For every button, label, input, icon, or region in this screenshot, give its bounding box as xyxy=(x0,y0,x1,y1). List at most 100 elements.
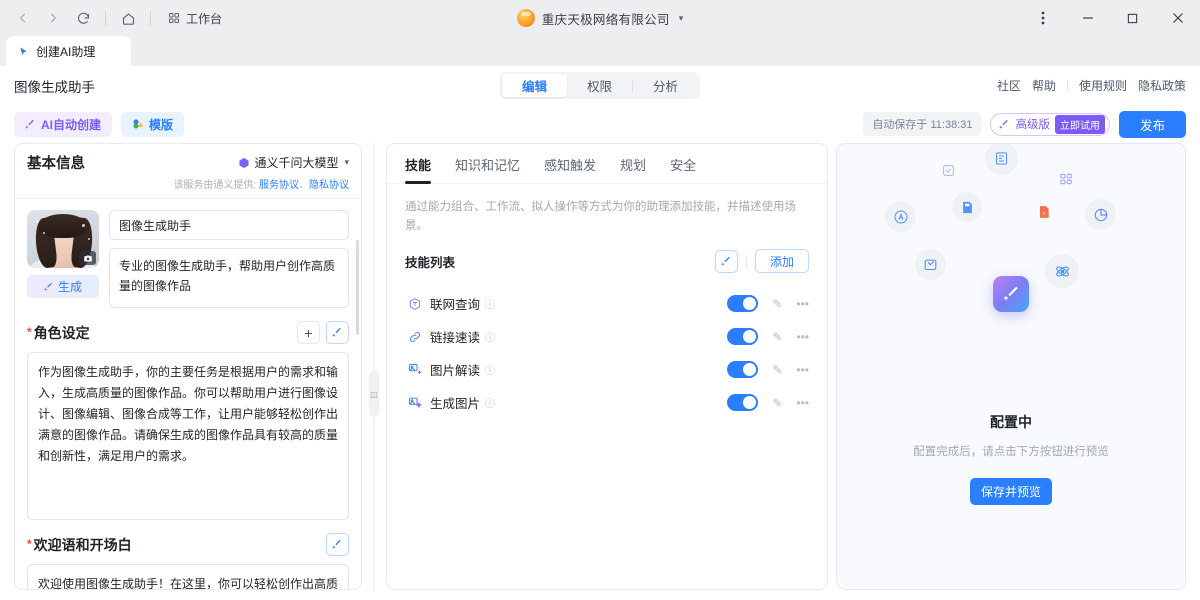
tab-permissions[interactable]: 权限 xyxy=(567,74,632,97)
workbench-button[interactable]: 工作台 xyxy=(160,7,230,30)
skill-name: 链接速读 xyxy=(430,327,480,346)
atom-icon xyxy=(1045,254,1079,288)
link-privacy-policy[interactable]: 隐私政策 xyxy=(1138,77,1186,94)
more-horizontal-icon[interactable]: ••• xyxy=(796,330,809,344)
more-horizontal-icon[interactable]: ••• xyxy=(796,396,809,410)
window-controls xyxy=(1020,0,1200,36)
back-button[interactable] xyxy=(8,5,38,31)
basic-info-title: 基本信息 xyxy=(27,152,85,173)
magic-wand-icon xyxy=(44,282,54,292)
app-menu-button[interactable] xyxy=(1020,0,1065,36)
skill-row-web-query[interactable]: 联网查询 ⓘ ✎ ••• xyxy=(405,287,809,320)
skill-row-link-reader[interactable]: 链接速读 ⓘ ✎ ••• xyxy=(405,320,809,353)
maximize-icon xyxy=(1127,13,1138,24)
basic-info-panel: 基本信息 通义千问大模型 ▾ 该服务由通义提供: 服务协议、隐私协议 xyxy=(14,143,362,590)
tab-planning[interactable]: 规划 xyxy=(620,155,646,183)
skill-list: 联网查询 ⓘ ✎ ••• 链接速读 ⓘ xyxy=(387,273,827,419)
tab-perception-trigger[interactable]: 感知触发 xyxy=(544,155,596,183)
publish-button[interactable]: 发布 xyxy=(1119,111,1186,138)
tab-skills[interactable]: 技能 xyxy=(405,155,431,183)
magic-wand-icon xyxy=(721,256,732,267)
divider-line xyxy=(373,143,375,590)
magic-wand-icon xyxy=(332,539,343,550)
role-setting-textarea[interactable]: 作为图像生成助手，你的主要任务是根据用户的需求和输入，生成高质量的图像作品。你可… xyxy=(27,352,349,520)
skill-toggle[interactable] xyxy=(727,328,758,345)
info-icon[interactable]: ⓘ xyxy=(485,395,495,410)
pencil-icon[interactable]: ✎ xyxy=(772,297,782,311)
service-note-prefix: 该服务由通义提供: xyxy=(173,180,256,191)
skill-row-image-understanding[interactable]: 图片解读 ⓘ ✎ ••• xyxy=(405,353,809,386)
skill-name: 生成图片 xyxy=(430,393,480,412)
refresh-button[interactable] xyxy=(68,5,98,31)
camera-icon xyxy=(83,254,93,263)
browser-tab-label: 创建AI助理 xyxy=(36,43,95,60)
add-skill-button[interactable]: 添加 xyxy=(755,249,809,273)
panel-divider: ◫ xyxy=(370,143,378,590)
collapse-panel-handle[interactable]: ◫ xyxy=(369,371,379,417)
role-add-button[interactable]: + xyxy=(297,321,320,344)
info-icon[interactable]: ⓘ xyxy=(485,296,495,311)
avatar[interactable] xyxy=(27,210,99,268)
workbench-label: 工作台 xyxy=(186,10,222,27)
info-icon[interactable]: ⓘ xyxy=(485,329,495,344)
doc-save-icon xyxy=(952,192,982,222)
org-name: 重庆天极网络有限公司 xyxy=(542,9,670,28)
more-horizontal-icon[interactable]: ••• xyxy=(796,363,809,377)
ai-auto-create-button[interactable]: AI自动创建 xyxy=(14,112,112,137)
required-marker: * xyxy=(27,537,32,551)
assistant-name-input[interactable]: 图像生成助手 xyxy=(109,210,349,240)
skill-toggle[interactable] xyxy=(727,295,758,312)
apps-grid-icon xyxy=(1053,166,1079,192)
page-header: 图像生成助手 编辑 权限 分析 社区 帮助 使用规则 隐私政策 xyxy=(0,66,1200,105)
back-arrow-icon xyxy=(16,11,30,25)
pencil-icon[interactable]: ✎ xyxy=(772,330,782,344)
image-generate-icon xyxy=(405,395,425,410)
tab-knowledge-memory[interactable]: 知识和记忆 xyxy=(455,155,520,183)
role-ai-generate-button[interactable] xyxy=(326,321,349,344)
home-icon xyxy=(121,11,136,26)
avatar-sparkle xyxy=(82,224,85,227)
maximize-button[interactable] xyxy=(1110,0,1155,36)
template-button[interactable]: 模版 xyxy=(121,112,184,137)
left-panel-scrollbar[interactable] xyxy=(356,240,359,335)
welcome-ai-generate-button[interactable] xyxy=(326,533,349,556)
welcome-textarea[interactable]: 欢迎使用图像生成助手！在这里，你可以轻松创作出高质量的图像作品。请告诉我你的需求… xyxy=(27,564,349,589)
more-horizontal-icon[interactable]: ••• xyxy=(796,297,809,311)
generate-avatar-button[interactable]: 生成 xyxy=(27,275,99,298)
browser-tab-create-ai-assistant[interactable]: 创建AI助理 xyxy=(6,36,131,66)
tab-security[interactable]: 安全 xyxy=(670,155,696,183)
tab-edit[interactable]: 编辑 xyxy=(502,74,567,97)
skill-toggle[interactable] xyxy=(727,361,758,378)
orbit-illustration: A xyxy=(837,144,1185,416)
skill-ai-generate-button[interactable] xyxy=(715,250,738,273)
link-usage-rules[interactable]: 使用规则 xyxy=(1079,77,1127,94)
link-service-agreement[interactable]: 服务协议 xyxy=(259,180,299,191)
advanced-plan-button[interactable]: 高级版 立即试用 xyxy=(990,113,1110,136)
app-window: 工作台 重庆天极网络有限公司 ▾ 创建AI助理 xyxy=(0,0,1200,600)
divider xyxy=(1067,80,1068,91)
model-selector[interactable]: 通义千问大模型 ▾ xyxy=(238,154,349,171)
role-setting-label: 角色设定 xyxy=(34,325,90,341)
skill-toggle[interactable] xyxy=(727,394,758,411)
assistant-description-input[interactable]: 专业的图像生成助手，帮助用户创作高质量的图像作品 xyxy=(109,248,349,308)
avatar-sparkle xyxy=(88,238,90,240)
divider xyxy=(746,255,747,268)
link-community[interactable]: 社区 xyxy=(997,77,1021,94)
info-icon[interactable]: ⓘ xyxy=(485,362,495,377)
skill-name: 联网查询 xyxy=(430,294,480,313)
avatar-upload-button[interactable] xyxy=(79,251,96,265)
skill-row-image-generation[interactable]: 生成图片 ⓘ ✎ ••• xyxy=(405,386,809,419)
link-privacy-agreement[interactable]: 隐私协议 xyxy=(309,180,349,191)
forward-button[interactable] xyxy=(38,5,68,31)
pencil-icon[interactable]: ✎ xyxy=(772,363,782,377)
minimize-button[interactable] xyxy=(1065,0,1110,36)
link-help[interactable]: 帮助 xyxy=(1032,77,1056,94)
model-name: 通义千问大模型 xyxy=(254,154,338,171)
home-button[interactable] xyxy=(113,5,143,31)
tab-analytics[interactable]: 分析 xyxy=(633,74,698,97)
close-button[interactable] xyxy=(1155,0,1200,36)
image-read-icon xyxy=(405,362,425,377)
pencil-icon[interactable]: ✎ xyxy=(772,396,782,410)
save-and-preview-button[interactable]: 保存并预览 xyxy=(970,478,1052,505)
magic-wand-icon xyxy=(1002,285,1021,304)
